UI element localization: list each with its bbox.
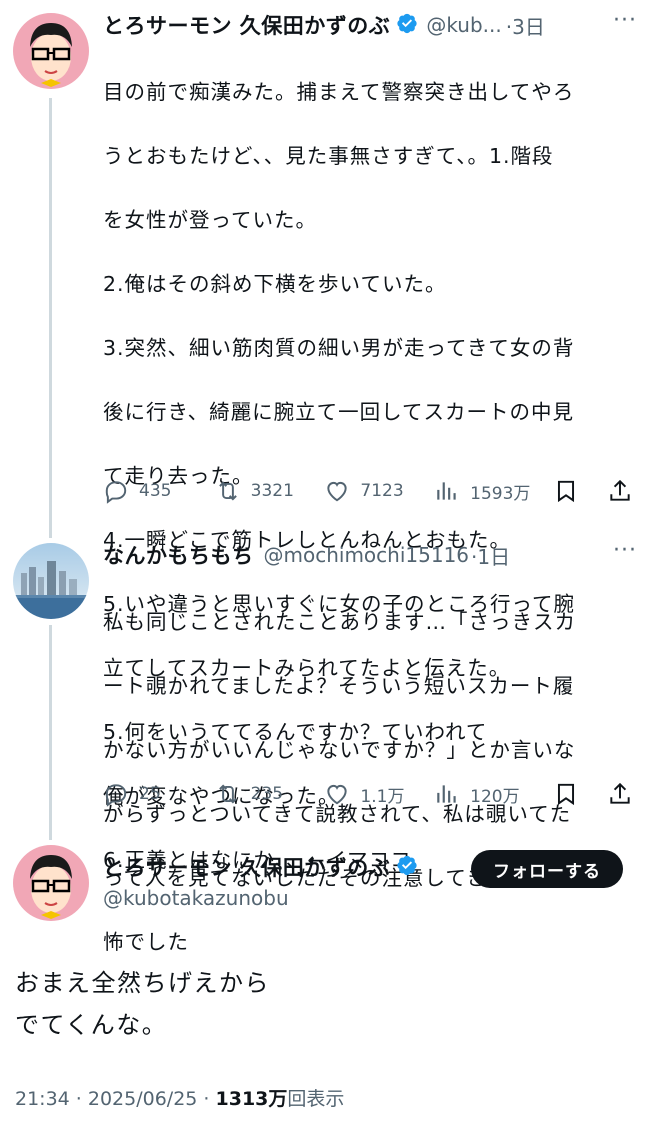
reply-count: 435: [139, 481, 172, 501]
author-handle[interactable]: @kubotakazunobu: [103, 886, 289, 910]
more-icon[interactable]: ···: [613, 8, 637, 33]
author-handle[interactable]: @mochimochi15116: [264, 543, 470, 567]
bookmark-button[interactable]: [553, 478, 607, 504]
repost-count: 235: [250, 784, 284, 804]
more-icon[interactable]: ···: [613, 538, 637, 563]
tweet-line: かない方がいいんじゃないですか？」とか言いな: [103, 738, 576, 762]
action-bar: 25 235 1.1万 120万: [103, 779, 633, 809]
like-icon: [327, 784, 348, 805]
thread-line: [49, 625, 52, 840]
views-label: 回表示: [287, 1088, 345, 1110]
avatar[interactable]: [13, 543, 89, 619]
action-bar: 435 3321 7123 1593万: [103, 476, 633, 506]
repost-icon: [218, 784, 237, 804]
repost-button[interactable]: 3321: [215, 478, 325, 504]
timestamp[interactable]: ·1日: [471, 541, 510, 570]
like-icon: [327, 481, 348, 502]
timestamp[interactable]: ·3日: [506, 11, 545, 40]
reply-count: 25: [139, 784, 161, 804]
main-tweet-body: おまえ全然ちげえから でてくんな。: [15, 962, 270, 1046]
reply-icon: [105, 784, 127, 807]
tweet-meta: 21:34 · 2025/06/25 · 1313万回表示: [15, 1084, 344, 1111]
tweet-line: 2.俺はその斜め下横を歩いていた。: [103, 272, 447, 296]
views-count: 120万: [470, 786, 520, 807]
share-icon: [610, 782, 630, 804]
reply-button[interactable]: 435: [103, 478, 215, 504]
share-button[interactable]: [607, 781, 633, 807]
repost-button[interactable]: 235: [215, 781, 325, 807]
tweet-line: 怖でした: [103, 930, 189, 954]
views-count: 1593万: [470, 483, 531, 504]
like-button[interactable]: 1.1万: [324, 781, 434, 807]
tweet-line: ート覗かれてましたよ？そういう短いスカート履: [103, 674, 575, 698]
author-name[interactable]: なんかもちもち: [103, 540, 254, 570]
like-count: 1.1万: [360, 786, 405, 807]
author-name[interactable]: とろサーモン 久保田かずのぶ: [103, 10, 390, 40]
views-count: 1313万: [215, 1088, 288, 1110]
like-count: 7123: [360, 481, 404, 501]
views-button[interactable]: 120万: [434, 781, 552, 807]
verified-icon: [396, 854, 418, 880]
tweet-line: 後に行き、綺麗に腕立て一回してスカートの中見: [103, 400, 574, 424]
share-button[interactable]: [607, 478, 633, 504]
reply-icon: [105, 481, 127, 504]
author-name[interactable]: とろサーモン 久保田かずのぶ: [103, 852, 390, 882]
avatar[interactable]: [13, 13, 89, 89]
tweet-line: 私も同じことされたことあります…「さっきスカ: [103, 610, 576, 634]
reply-button[interactable]: 25: [103, 781, 215, 807]
like-button[interactable]: 7123: [324, 478, 434, 504]
share-icon: [610, 479, 630, 501]
tweet-line: うとおもたけど、、見た事無さすぎて、。1.階段: [103, 144, 554, 168]
views-icon: [437, 785, 456, 803]
bookmark-button[interactable]: [553, 781, 607, 807]
thread-line: [49, 98, 52, 538]
post-time[interactable]: 21:34 · 2025/06/25 ·: [15, 1088, 216, 1110]
author-handle[interactable]: @kub...: [426, 13, 501, 37]
tweet-line: でてくんな。: [15, 1011, 168, 1039]
views-button[interactable]: 1593万: [434, 478, 552, 504]
repost-icon: [218, 481, 237, 501]
tweet-line: おまえ全然ちげえから: [15, 969, 270, 997]
follow-button[interactable]: フォローする: [471, 850, 623, 888]
bookmark-icon: [557, 783, 574, 806]
views-icon: [437, 482, 456, 500]
bookmark-icon: [557, 480, 574, 503]
tweet-line: 目の前で痴漢みた。捕まえて警察突き出してやろ: [103, 80, 575, 104]
tweet-line: 3.突然、細い筋肉質の細い男が走ってきて女の背: [103, 336, 575, 360]
tweet-line: を女性が登っていた。: [103, 208, 317, 232]
avatar[interactable]: [13, 845, 89, 921]
repost-count: 3321: [250, 481, 294, 501]
verified-icon: [396, 12, 418, 38]
